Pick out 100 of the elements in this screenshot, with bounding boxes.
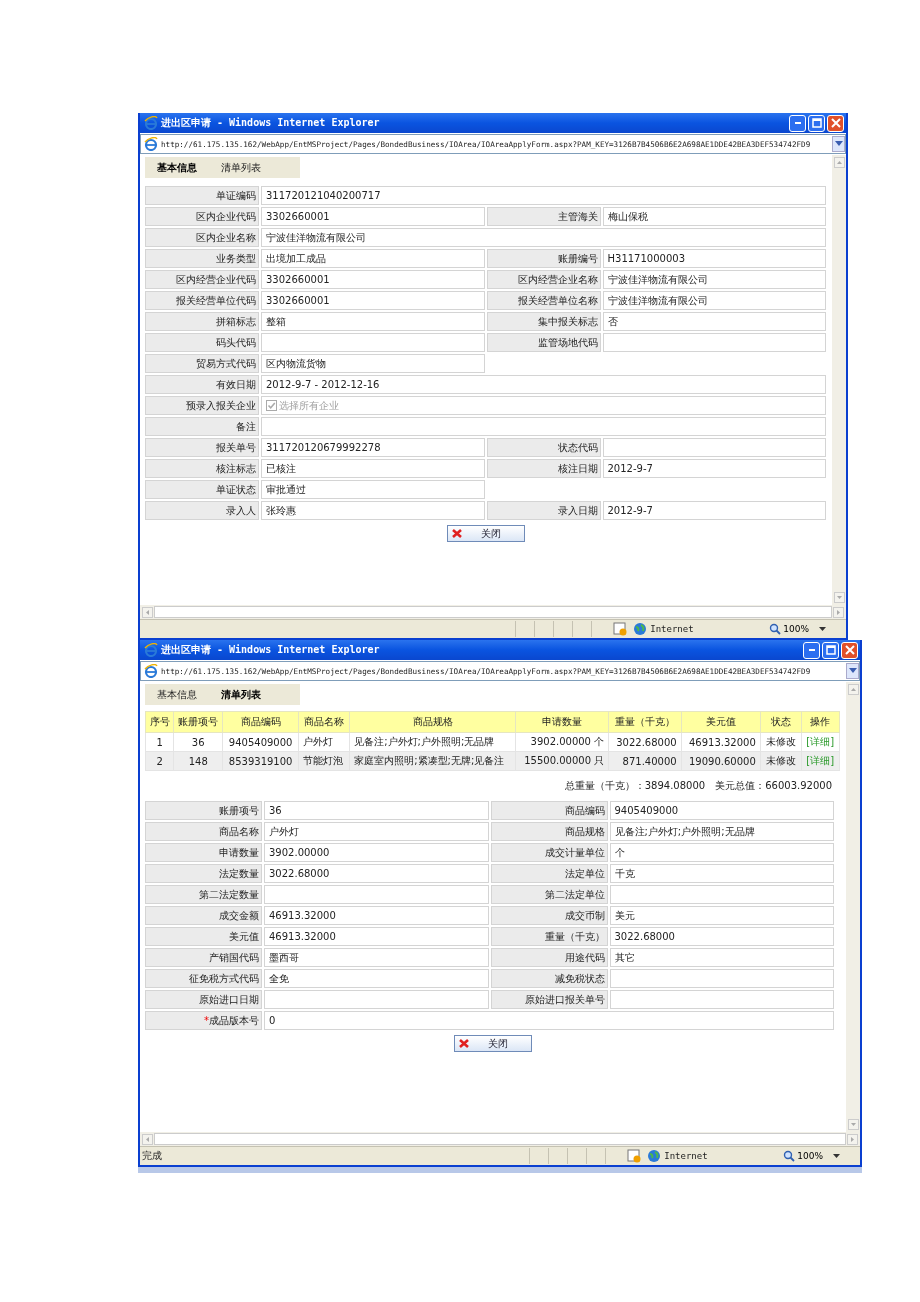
label-text: 重量（千克） xyxy=(544,929,605,944)
lock-warning-icon xyxy=(613,622,628,636)
maximize-button[interactable] xyxy=(808,114,825,132)
caret-icon xyxy=(834,141,843,147)
zoom-button[interactable]: 100% xyxy=(779,1150,833,1162)
close-button[interactable]: 关闭 xyxy=(453,1035,532,1052)
field-value: 3902.00000 xyxy=(264,843,489,862)
ie-icon xyxy=(144,643,158,657)
maximize-button[interactable] xyxy=(822,641,839,659)
tab[interactable]: 清单列表 xyxy=(209,157,273,178)
caret-icon xyxy=(848,668,857,674)
ie-icon xyxy=(144,116,158,130)
field-value: 3022.68000 xyxy=(264,864,489,883)
label-text: 产销国代码 xyxy=(209,950,259,965)
ie-icon xyxy=(144,664,158,678)
label-text: 成品版本号 xyxy=(209,1013,259,1028)
field-value: 区内物流货物 xyxy=(261,354,485,373)
label-text: 成交币制 xyxy=(564,908,605,923)
zoom-button[interactable]: 100% xyxy=(765,623,819,635)
label-text: 区内企业代码 xyxy=(196,209,256,224)
vertical-scrollbar[interactable] xyxy=(846,682,860,1132)
label-text: 状态代码 xyxy=(557,440,598,455)
label-text: 码头代码 xyxy=(216,335,256,350)
table-cell: 2 xyxy=(156,755,163,767)
column-header: 商品规格 xyxy=(349,711,516,733)
field-value: 36 xyxy=(264,801,489,820)
field-value: 墨西哥 xyxy=(264,948,489,967)
column-header: 申请数量 xyxy=(515,711,609,733)
close-icon xyxy=(457,1038,470,1049)
label-text: 核注日期 xyxy=(557,461,598,476)
column-header: 重量（千克） xyxy=(608,711,682,733)
field-value: 2012-9-7 xyxy=(602,459,826,478)
label-text: 原始进口报关单号 xyxy=(524,992,605,1007)
caret-icon xyxy=(819,627,826,631)
window-title: 进出区申请 - Windows Internet Explorer xyxy=(161,643,380,657)
column-header: 商品名称 xyxy=(298,711,350,733)
label-text: 商品编码 xyxy=(564,803,605,818)
vertical-scrollbar[interactable] xyxy=(832,155,846,605)
zone-text: Internet xyxy=(650,624,695,634)
label-text: 单证编码 xyxy=(216,188,256,203)
dropdown-button[interactable] xyxy=(832,136,845,152)
tab[interactable]: 基本信息 xyxy=(145,684,209,705)
label-text: 法定数量 xyxy=(219,866,259,881)
label-text: 备注 xyxy=(236,419,256,434)
label-text: 第二法定数量 xyxy=(199,887,259,902)
tab[interactable]: 基本信息 xyxy=(145,157,209,178)
label-text: 录入人 xyxy=(226,503,256,518)
table-cell: 36 xyxy=(191,736,205,748)
label-text: 有效日期 xyxy=(216,377,256,392)
magnifier-icon xyxy=(769,623,782,635)
label-text: 申请数量 xyxy=(219,845,259,860)
table-cell: 节能灯泡 xyxy=(303,755,344,766)
field-value: 3022.68000 xyxy=(609,927,834,946)
dropdown-button[interactable] xyxy=(846,663,859,679)
label-text: 拼箱标志 xyxy=(216,314,256,329)
table-cell: 见备注;户外灯;户外照明;无品牌 xyxy=(354,736,495,747)
minimize-button[interactable] xyxy=(803,641,820,659)
field-value: 个 xyxy=(609,843,834,862)
minimize-button[interactable] xyxy=(789,114,806,132)
label-text: 报关经营单位名称 xyxy=(517,293,598,308)
field-value: 户外灯 xyxy=(264,822,489,841)
field-value: 见备注;户外灯;户外照明;无品牌 xyxy=(609,822,834,841)
label-text: 法定单位 xyxy=(564,866,605,881)
label-text: 区内企业名称 xyxy=(196,230,256,245)
label-text: 征免税方式代码 xyxy=(189,971,259,986)
label-text: 区内经营企业名称 xyxy=(517,272,598,287)
globe-icon xyxy=(633,622,648,636)
column-header: 美元值 xyxy=(681,711,761,733)
field-value: 梅山保税 xyxy=(602,207,826,226)
zone-text: Internet xyxy=(664,1151,709,1161)
total-text: 美元总值：66003.92000 xyxy=(715,779,832,793)
label-text: 核注标志 xyxy=(216,461,256,476)
horizontal-scrollbar[interactable] xyxy=(140,1132,860,1146)
horizontal-scrollbar[interactable] xyxy=(140,605,846,619)
close-button[interactable] xyxy=(827,114,844,132)
column-header: 状态 xyxy=(760,711,801,733)
label-text: 成交计量单位 xyxy=(544,845,605,860)
table-cell: 1 xyxy=(156,736,163,748)
table-cell: 3022.68000 xyxy=(616,736,677,748)
table-cell: 148 xyxy=(188,755,208,767)
table-cell: 户外灯 xyxy=(303,736,334,747)
field-value: 46913.32000 xyxy=(264,906,489,925)
field-value: 否 xyxy=(602,312,826,331)
field-value: 审批通过 xyxy=(261,480,485,499)
table-cell: 15500.00000 只 xyxy=(524,755,605,766)
field-value: 其它 xyxy=(609,948,834,967)
close-button[interactable]: 关闭 xyxy=(446,525,525,542)
label-text: 账册编号 xyxy=(557,251,598,266)
field-value: 美元 xyxy=(609,906,834,925)
required-mark: * xyxy=(204,1015,209,1026)
close-icon xyxy=(844,645,855,655)
field-value: 整箱 xyxy=(261,312,485,331)
field-value: 3302660001 xyxy=(261,270,485,289)
field-value: 311720121040200717 xyxy=(261,186,826,205)
label-text: 业务类型 xyxy=(216,251,256,266)
field-value: 2012-9-7 xyxy=(602,501,826,520)
ie-icon xyxy=(144,137,158,151)
close-button[interactable] xyxy=(841,641,858,659)
tab[interactable]: 清单列表 xyxy=(209,684,273,705)
label-text: 用途代码 xyxy=(564,950,605,965)
